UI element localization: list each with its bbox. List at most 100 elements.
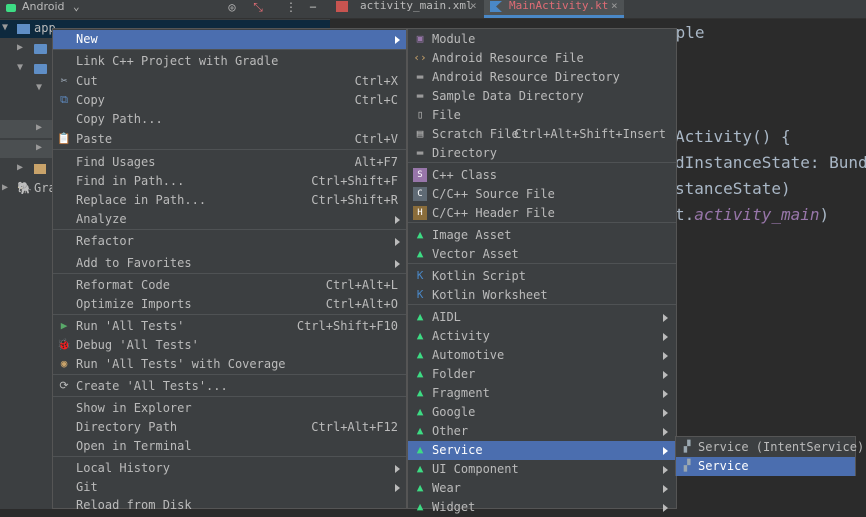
menu-item-find-in-path[interactable]: Find in Path... Ctrl+Shift+F [53,172,406,191]
android-icon: ▲ [416,228,424,241]
menu-item-paste[interactable]: 📋 Paste Ctrl+V [53,130,406,149]
new-submenu: ▣ Module ‹› Android Resource File ▬ Android R… [407,28,677,514]
project-view-selector[interactable]: Android [22,0,65,14]
menu-item-label: Module [432,32,476,46]
new-item-kotlin-worksheet[interactable]: K Kotlin Worksheet [408,286,676,305]
new-item-c-class[interactable]: S C++ Class [408,166,676,185]
shortcut-label: Ctrl+Shift+F [311,174,398,188]
chevron-down-icon[interactable]: ⌄ [73,0,80,14]
menu-item-directory-path[interactable]: Directory Path Ctrl+Alt+F12 [53,418,406,437]
chevron-right-icon [663,428,668,436]
menu-item-find-usages[interactable]: Find Usages Alt+F7 [53,153,406,172]
menu-item-add-to-favorites[interactable]: Add to Favorites [53,254,406,273]
new-item-vector-asset[interactable]: ▲ Vector Asset [408,245,676,264]
shortcut-label: Ctrl+Alt+F12 [311,420,398,434]
new-item-wear[interactable]: ▲ Wear [408,479,676,498]
gradle-icon: 🐘 [17,181,32,195]
menu-item-label: Optimize Imports [76,297,192,311]
cpp-header-icon: H [413,206,427,220]
menu-item-label: Automotive [432,348,505,362]
new-item-module[interactable]: ▣ Module [408,30,676,49]
chevron-right-icon [663,504,668,512]
coverage-icon: ◉ [60,357,68,370]
service-item-service-intentservice[interactable]: ▞ Service (IntentService) [676,438,864,457]
menu-item-link-c-project-with-gradle[interactable]: Link C++ Project with Gradle [53,52,406,71]
chevron-right-icon [395,484,400,492]
close-icon[interactable]: × [470,0,477,12]
menu-separator [408,162,676,163]
new-item-c-c-source-file[interactable]: C C/C++ Source File [408,185,676,204]
menu-item-debug-all-tests[interactable]: 🐞 Debug 'All Tests' [53,336,406,355]
code-line: Activity() { [675,127,791,146]
menu-item-label: Copy Path... [76,112,163,126]
menu-item-show-in-explorer[interactable]: Show in Explorer [53,399,406,418]
menu-item-reformat-code[interactable]: Reformat Code Ctrl+Alt+L [53,276,406,295]
new-item-activity[interactable]: ▲ Activity [408,327,676,346]
menu-item-copy-path[interactable]: Copy Path... [53,110,406,129]
menu-item-reload-from-disk[interactable]: Reload from Disk [53,496,406,515]
new-item-file[interactable]: ▯ File [408,106,676,125]
menu-item-label: Wear [432,481,461,495]
expand-arrow-icon[interactable]: ▶ [17,42,23,53]
kotlin-file-icon [490,1,502,15]
menu-item-git[interactable]: Git [53,478,406,497]
android-resource-file-icon: ‹› [413,51,427,64]
expand-arrow-icon[interactable]: ▼ [17,62,23,73]
menu-item-create-all-tests[interactable]: ⟳ Create 'All Tests'... [53,377,406,396]
menu-item-local-history[interactable]: Local History [53,459,406,478]
target-icon[interactable]: ◎ [224,0,240,14]
expand-arrow-icon[interactable]: ▶ [2,182,8,193]
new-item-android-resource-file[interactable]: ‹› Android Resource File [408,49,676,68]
new-item-sample-data-directory[interactable]: ▬ Sample Data Directory [408,87,676,106]
expand-arrow-icon[interactable]: ▶ [17,162,23,173]
new-item-other[interactable]: ▲ Other [408,422,676,441]
new-item-automotive[interactable]: ▲ Automotive [408,346,676,365]
new-item-ui-component[interactable]: ▲ UI Component [408,460,676,479]
chevron-right-icon [663,390,668,398]
menu-item-label: Android Resource File [432,51,584,65]
tab-mainactivity-kt[interactable]: MainActivity.kt × [484,0,624,18]
expand-arrow-icon[interactable]: ▶ [36,142,42,153]
chevron-right-icon [663,447,668,455]
new-item-service[interactable]: ▲ Service [408,441,676,460]
new-item-kotlin-script[interactable]: K Kotlin Script [408,267,676,286]
new-item-aidl[interactable]: ▲ AIDL [408,308,676,327]
menu-item-label: Vector Asset [432,247,519,261]
new-item-directory[interactable]: ▬ Directory [408,144,676,163]
shortcut-label: Ctrl+X [354,74,398,88]
menu-item-new[interactable]: New [53,30,406,49]
new-item-google[interactable]: ▲ Google [408,403,676,422]
menu-item-run-all-tests[interactable]: ▶ Run 'All Tests' Ctrl+Shift+F10 [53,317,406,336]
new-item-folder[interactable]: ▲ Folder [408,365,676,384]
expand-arrow-icon[interactable]: ▼ [36,82,42,93]
menu-item-open-in-terminal[interactable]: Open in Terminal [53,437,406,456]
menu-item-cut[interactable]: ✂ Cut Ctrl+X [53,72,406,91]
menu-item-copy[interactable]: ⧉ Copy Ctrl+C [53,91,406,110]
file-icon: ▯ [416,108,424,121]
new-item-c-c-header-file[interactable]: H C/C++ Header File [408,204,676,223]
menu-item-refactor[interactable]: Refactor [53,232,406,251]
new-item-image-asset[interactable]: ▲ Image Asset [408,226,676,245]
menu-item-label: Copy [76,93,105,107]
service-item-service[interactable]: ▞ Service [676,457,855,476]
tab-activity-main-xml[interactable]: activity_main.xml × [330,0,482,18]
new-item-android-resource-directory[interactable]: ▬ Android Resource Directory [408,68,676,87]
menu-item-label: Activity [432,329,490,343]
tab-label: MainActivity.kt [509,0,609,12]
new-item-fragment[interactable]: ▲ Fragment [408,384,676,403]
menu-item-label: Local History [76,461,170,475]
copy-icon: ⧉ [60,93,68,106]
chevron-right-icon [663,314,668,322]
menu-item-optimize-imports[interactable]: Optimize Imports Ctrl+Alt+O [53,295,406,314]
collapse-icon[interactable]: ⤡ [250,0,266,14]
menu-item-replace-in-path[interactable]: Replace in Path... Ctrl+Shift+R [53,191,406,210]
menu-item-analyze[interactable]: Analyze [53,210,406,229]
more-options-icon[interactable]: ⋮ [283,0,299,14]
close-icon[interactable]: × [611,0,618,12]
menu-item-run-all-tests-with-coverage[interactable]: ◉ Run 'All Tests' with Coverage [53,355,406,374]
hide-icon[interactable]: − [305,0,321,14]
new-item-scratch-file[interactable]: ▤ Scratch File Ctrl+Alt+Shift+Insert [408,125,676,144]
new-item-widget[interactable]: ▲ Widget [408,498,676,517]
expand-arrow-icon[interactable]: ▼ [2,22,8,33]
expand-arrow-icon[interactable]: ▶ [36,122,42,133]
